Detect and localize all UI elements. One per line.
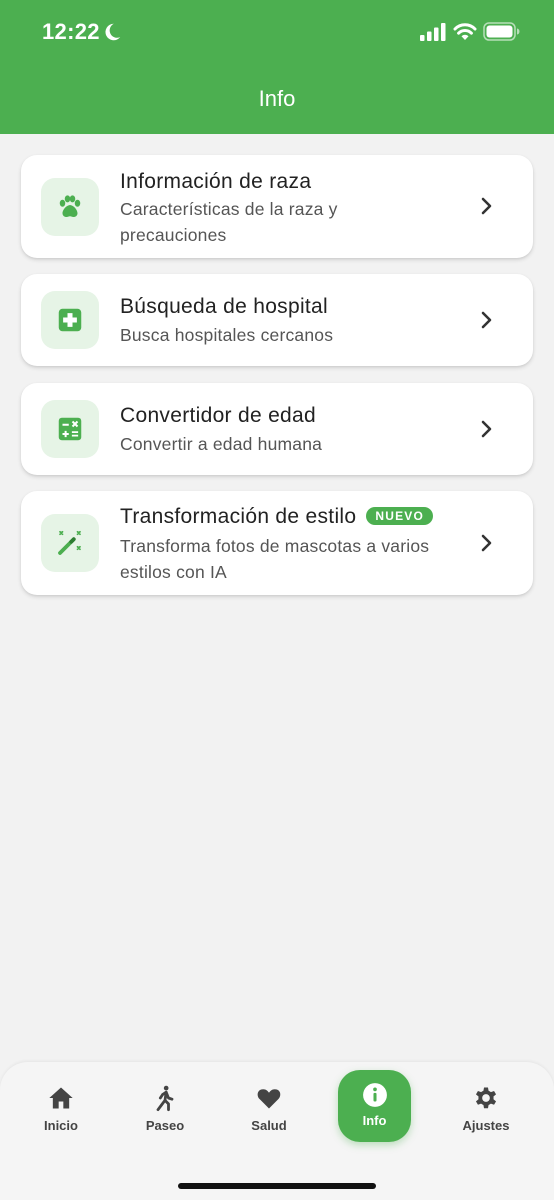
chevron-right-icon [481, 311, 492, 329]
card-breed-info[interactable]: Información de raza Características de l… [21, 155, 533, 258]
new-badge: NUEVO [366, 507, 434, 525]
paw-icon-container [41, 178, 99, 236]
card-title-text: Transformación de estilo [120, 505, 357, 528]
battery-icon [483, 22, 520, 41]
calculator-icon [58, 417, 82, 441]
card-subtitle: Características de la raza y precaucione… [120, 199, 338, 245]
magic-wand-icon-container [41, 514, 99, 572]
chevron-right-icon [481, 534, 492, 552]
card-subtitle: Transforma fotos de mascotas a varios es… [120, 536, 430, 582]
info-icon [362, 1083, 387, 1107]
tab-label: Info [362, 1113, 387, 1128]
card-hospital-search[interactable]: Búsqueda de hospital Busca hospitales ce… [21, 274, 533, 366]
card-title: Convertidor de edad [120, 404, 316, 427]
card-subtitle: Convertir a edad humana [120, 434, 323, 454]
bottom-tab-bar: Inicio Paseo Salud Info Ajustes [0, 1062, 554, 1200]
home-icon [49, 1087, 73, 1109]
tab-ajustes[interactable]: Ajustes [446, 1082, 526, 1146]
card-style-transform[interactable]: Transformación de estilo NUEVO Transforma… [21, 491, 533, 595]
chevron-right-icon [481, 420, 492, 438]
card-subtitle: Busca hospitales cercanos [120, 325, 334, 345]
chevron-right-icon [481, 197, 492, 215]
tab-salud[interactable]: Salud [229, 1082, 309, 1146]
app-header: 12:22 Info [0, 0, 554, 134]
tab-label: Ajustes [462, 1118, 510, 1133]
cellular-signal-icon [420, 23, 446, 41]
tab-label: Inicio [44, 1118, 78, 1133]
medical-plus-icon-container [41, 291, 99, 349]
moon-icon [105, 23, 121, 41]
page-title: Info [258, 86, 296, 111]
walking-icon [156, 1085, 174, 1112]
wifi-icon [453, 23, 477, 40]
tab-inicio[interactable]: Inicio [21, 1082, 101, 1146]
medical-plus-icon [58, 308, 82, 332]
card-title: Transformación de estilo NUEVO [120, 505, 434, 529]
tab-label: Paseo [145, 1118, 185, 1133]
card-title: Búsqueda de hospital [120, 295, 328, 318]
tab-paseo[interactable]: Paseo [125, 1082, 205, 1146]
paw-icon [59, 195, 81, 217]
status-time: 12:22 [42, 19, 100, 44]
calculator-icon-container [41, 400, 99, 458]
card-age-converter[interactable]: Convertidor de edad Convertir a edad hum… [21, 383, 533, 475]
tab-label: Salud [251, 1118, 287, 1133]
card-title: Información de raza [120, 170, 312, 193]
status-bar: 12:22 [0, 0, 554, 64]
heart-icon [257, 1089, 281, 1109]
magic-wand-icon [58, 530, 81, 555]
gear-icon [475, 1087, 497, 1109]
tab-info[interactable]: Info [338, 1070, 411, 1142]
home-indicator [178, 1183, 376, 1189]
